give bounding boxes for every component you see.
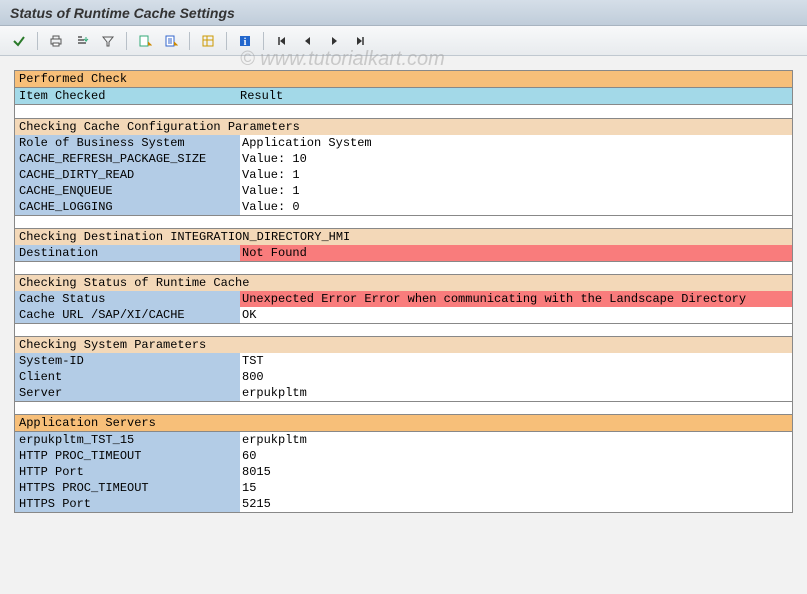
table-row: erpukpltm_TST_15erpukpltm — [15, 432, 792, 448]
row-label: HTTP Port — [15, 464, 240, 480]
table-row: DestinationNot Found — [15, 245, 792, 261]
table-row: Servererpukpltm — [15, 385, 792, 401]
row-label: Client — [15, 369, 240, 385]
row-value: erpukpltm — [240, 385, 792, 401]
section-header-runtime-cache: Checking Status of Runtime Cache — [15, 275, 792, 291]
export-document-icon[interactable] — [160, 31, 182, 51]
row-label: Role of Business System — [15, 135, 240, 151]
nav-first-icon[interactable] — [271, 31, 293, 51]
separator — [226, 32, 227, 50]
row-value: 5215 — [240, 496, 792, 512]
system-params-rows: System-IDTSTClient800Servererpukpltm — [15, 353, 792, 401]
table-row: HTTP PROC_TIMEOUT60 — [15, 448, 792, 464]
row-value: Not Found — [240, 245, 792, 261]
row-label: CACHE_DIRTY_READ — [15, 167, 240, 183]
row-label: HTTP PROC_TIMEOUT — [15, 448, 240, 464]
separator — [189, 32, 190, 50]
separator — [126, 32, 127, 50]
table-row: CACHE_REFRESH_PACKAGE_SIZEValue: 10 — [15, 151, 792, 167]
row-value: OK — [240, 307, 792, 323]
filter-icon[interactable] — [97, 31, 119, 51]
row-label: HTTPS PROC_TIMEOUT — [15, 480, 240, 496]
toolbar: i — [0, 26, 807, 56]
row-value: TST — [240, 353, 792, 369]
table-row: CACHE_LOGGINGValue: 0 — [15, 199, 792, 215]
row-value: Unexpected Error Error when communicatin… — [240, 291, 792, 307]
section-header-destination: Checking Destination INTEGRATION_DIRECTO… — [15, 229, 792, 245]
cache-config-rows: Role of Business SystemApplication Syste… — [15, 135, 792, 215]
section-gap — [15, 323, 792, 337]
section-header-cache-config: Checking Cache Configuration Parameters — [15, 119, 792, 135]
table-row: Cache URL /SAP/XI/CACHEOK — [15, 307, 792, 323]
check-icon[interactable] — [8, 31, 30, 51]
content-area: Performed Check Item Checked Result Chec… — [0, 56, 807, 527]
table-row: CACHE_DIRTY_READValue: 1 — [15, 167, 792, 183]
table-row: CACHE_ENQUEUEValue: 1 — [15, 183, 792, 199]
sort-icon[interactable] — [71, 31, 93, 51]
section-header-performed: Performed Check — [15, 71, 792, 88]
row-value: Application System — [240, 135, 792, 151]
nav-prev-icon[interactable] — [297, 31, 319, 51]
row-label: erpukpltm_TST_15 — [15, 432, 240, 448]
runtime-cache-rows: Cache StatusUnexpected Error Error when … — [15, 291, 792, 323]
separator — [263, 32, 264, 50]
separator — [37, 32, 38, 50]
row-label: Server — [15, 385, 240, 401]
export-spreadsheet-icon[interactable] — [134, 31, 156, 51]
row-label: Cache URL /SAP/XI/CACHE — [15, 307, 240, 323]
table-row: HTTPS PROC_TIMEOUT15 — [15, 480, 792, 496]
layout-icon[interactable] — [197, 31, 219, 51]
row-label: System-ID — [15, 353, 240, 369]
section-gap — [15, 215, 792, 229]
section-header-app-servers: Application Servers — [15, 415, 792, 432]
row-value: Value: 10 — [240, 151, 792, 167]
row-value: 8015 — [240, 464, 792, 480]
table-row: HTTPS Port5215 — [15, 496, 792, 512]
column-headers: Item Checked Result — [15, 88, 792, 105]
title-bar: Status of Runtime Cache Settings — [0, 0, 807, 26]
table-row: Cache StatusUnexpected Error Error when … — [15, 291, 792, 307]
row-label: CACHE_ENQUEUE — [15, 183, 240, 199]
section-header-system-params: Checking System Parameters — [15, 337, 792, 353]
row-value: Value: 1 — [240, 183, 792, 199]
nav-next-icon[interactable] — [323, 31, 345, 51]
app-servers-rows: erpukpltm_TST_15erpukpltmHTTP PROC_TIMEO… — [15, 432, 792, 512]
row-value: Value: 1 — [240, 167, 792, 183]
info-icon[interactable]: i — [234, 31, 256, 51]
row-value: 60 — [240, 448, 792, 464]
section-gap — [15, 261, 792, 275]
row-label: CACHE_REFRESH_PACKAGE_SIZE — [15, 151, 240, 167]
table-row: Client800 — [15, 369, 792, 385]
table-row: HTTP Port8015 — [15, 464, 792, 480]
table-row: System-IDTST — [15, 353, 792, 369]
section-gap — [15, 105, 792, 119]
svg-text:i: i — [244, 37, 247, 48]
row-label: Cache Status — [15, 291, 240, 307]
nav-last-icon[interactable] — [349, 31, 371, 51]
row-value: 15 — [240, 480, 792, 496]
row-label: HTTPS Port — [15, 496, 240, 512]
section-gap — [15, 401, 792, 415]
destination-rows: DestinationNot Found — [15, 245, 792, 261]
col-item-checked: Item Checked — [15, 88, 240, 104]
print-icon[interactable] — [45, 31, 67, 51]
row-value: 800 — [240, 369, 792, 385]
report-container: Performed Check Item Checked Result Chec… — [14, 70, 793, 513]
row-label: Destination — [15, 245, 240, 261]
row-value: erpukpltm — [240, 432, 792, 448]
row-label: CACHE_LOGGING — [15, 199, 240, 215]
col-result: Result — [240, 88, 792, 104]
page-title: Status of Runtime Cache Settings — [10, 5, 235, 21]
table-row: Role of Business SystemApplication Syste… — [15, 135, 792, 151]
row-value: Value: 0 — [240, 199, 792, 215]
